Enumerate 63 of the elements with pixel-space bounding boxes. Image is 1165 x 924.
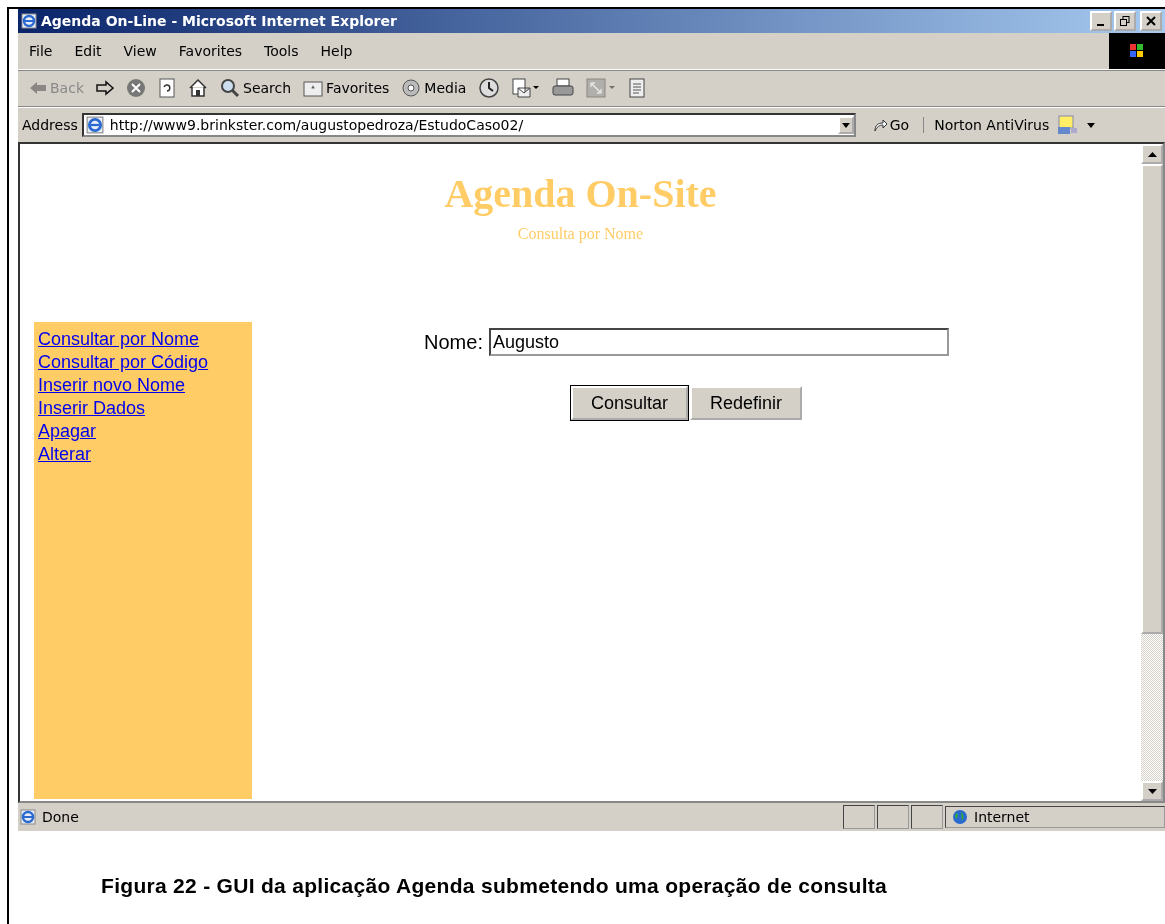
nav-link[interactable]: Consultar por Código	[38, 351, 209, 374]
restore-button[interactable]	[1114, 11, 1136, 31]
menu-item[interactable]: View	[112, 43, 168, 59]
favorites-button[interactable]: Favorites	[298, 79, 395, 97]
go-button[interactable]: Go	[859, 117, 925, 133]
media-button[interactable]: Media	[396, 78, 472, 98]
search-icon	[220, 78, 240, 98]
nav-link[interactable]: Consultar por Nome	[38, 328, 200, 351]
search-button[interactable]: Search	[215, 78, 297, 98]
norton-antivirus-button[interactable]: Norton AntiVirus	[928, 114, 1102, 136]
page-icon	[85, 116, 104, 134]
document-icon	[628, 78, 647, 98]
expand-icon	[586, 78, 617, 98]
printer-icon	[552, 78, 575, 98]
close-button[interactable]	[1140, 11, 1162, 31]
status-panel	[877, 805, 909, 829]
menu-item[interactable]: File	[18, 43, 64, 59]
monitor-icon	[1057, 115, 1080, 135]
menu-item[interactable]: Help	[309, 43, 364, 59]
clock-icon	[478, 77, 501, 99]
refresh-icon	[158, 78, 176, 98]
status-panel	[843, 805, 875, 829]
name-label: Nome:	[424, 330, 483, 354]
caret-icon	[1087, 122, 1096, 128]
menu-item[interactable]: Favorites	[167, 43, 254, 59]
restore-icon	[1120, 16, 1130, 26]
globe-icon	[952, 809, 968, 825]
page-subtitle: Consulta por Nome	[516, 225, 645, 243]
name-field[interactable]: Augusto	[488, 328, 949, 356]
security-zone: Internet	[974, 809, 1030, 825]
up-arrow-icon	[1147, 151, 1157, 157]
nav-link[interactable]: Alterar	[38, 443, 91, 466]
windows-logo-icon	[1109, 33, 1165, 69]
disc-icon	[401, 78, 422, 98]
address-field[interactable]: http://www9.brinkster.com/augustopedroza/EstudoCaso02/	[81, 113, 856, 137]
left-arrow-icon	[29, 80, 47, 96]
curved-arrow-icon	[871, 117, 888, 133]
form-button[interactable]: Consultar	[570, 386, 688, 420]
page-title: Agenda On-Site	[443, 170, 718, 217]
nav-link[interactable]: Apagar	[38, 420, 97, 443]
right-arrow-icon	[96, 80, 114, 96]
stop-icon	[126, 78, 146, 98]
figure-caption: Figura 22 - GUI da aplicação Agenda submetendo uma operação de consulta	[101, 874, 889, 898]
down-arrow-icon	[1147, 788, 1157, 794]
caret-icon	[841, 122, 850, 128]
close-icon	[1146, 16, 1156, 26]
browser-icon	[21, 13, 37, 29]
dropdown-button[interactable]	[837, 116, 854, 134]
nav-link[interactable]: Inserir novo Nome	[38, 374, 186, 397]
page-icon	[20, 809, 36, 825]
menu-item[interactable]: Edit	[63, 43, 113, 59]
menu-item[interactable]: Tools	[253, 43, 310, 59]
minimize-icon	[1096, 24, 1104, 26]
minimize-button[interactable]	[1090, 11, 1112, 31]
nav-link[interactable]: Inserir Dados	[38, 397, 146, 420]
form-button[interactable]: Redefinir	[690, 386, 803, 420]
address-label: Address	[22, 117, 78, 133]
window-title: Agenda On-Line - Microsoft Internet Explorer	[41, 13, 397, 29]
status-panel	[911, 805, 943, 829]
home-icon	[188, 78, 208, 98]
envelope-icon	[512, 78, 541, 98]
status-text: Done	[42, 809, 79, 825]
vertical-scrollbar[interactable]	[1141, 144, 1163, 801]
